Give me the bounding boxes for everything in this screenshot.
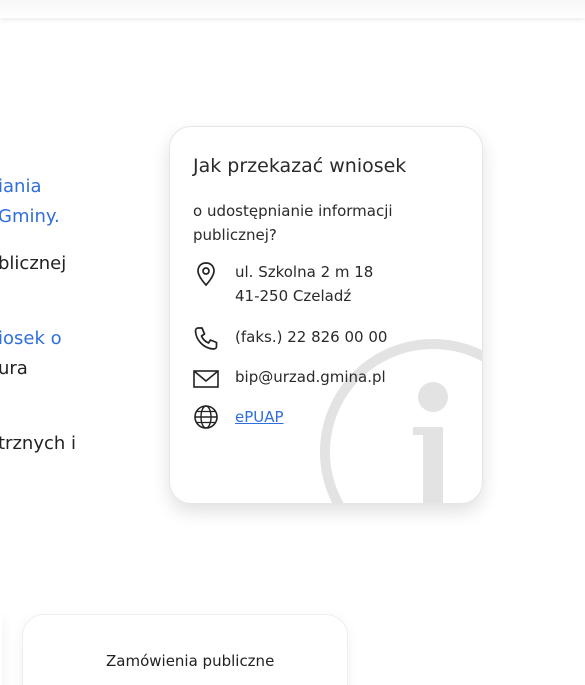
email-address: bip@urzad.gmina.pl xyxy=(235,368,386,386)
partial-link-line4[interactable]: iosek o xyxy=(0,329,62,349)
address-line2: 41-250 Czeladź xyxy=(235,287,352,305)
card-subtitle: o udostępnianie informacji publicznej? xyxy=(193,202,393,244)
partial-link-line2[interactable]: Gminy. xyxy=(0,207,60,227)
bottom-card-left-fragment[interactable] xyxy=(0,614,2,685)
globe-icon xyxy=(194,405,218,429)
info-card: Jak przekazać wniosek o udostępnianie in… xyxy=(169,126,483,504)
partial-text-line3: blicznej xyxy=(0,253,67,274)
public-procurement-card[interactable]: Zamówienia publiczne xyxy=(22,614,348,685)
card-title: Jak przekazać wniosek xyxy=(193,155,407,177)
partial-text-line6: trznych i xyxy=(0,433,76,454)
partial-link-line1[interactable]: iania xyxy=(0,177,41,197)
phone-icon xyxy=(194,327,218,350)
info-icon xyxy=(320,339,482,503)
main-content-fragment: iania Gminy. blicznej iosek o ura trznyc… xyxy=(0,0,160,685)
location-pin-icon xyxy=(197,262,215,287)
address-line1: ul. Szkolna 2 m 18 xyxy=(235,263,374,281)
page: iania Gminy. blicznej iosek o ura trznyc… xyxy=(0,0,585,685)
envelope-icon xyxy=(193,370,219,388)
phone-number: (faks.) 22 826 00 00 xyxy=(235,328,388,346)
partial-text-line5: ura xyxy=(0,358,28,379)
epuap-link[interactable]: ePUAP xyxy=(235,405,284,429)
public-procurement-label: Zamówienia publiczne xyxy=(106,652,275,670)
